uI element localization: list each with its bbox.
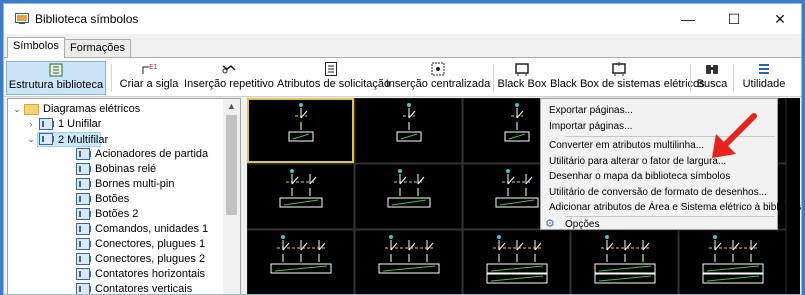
tree-leaf-label: Bornes multi-pin [95,178,175,190]
center-insert-icon [385,62,491,76]
repeat-insert-label: Inserção repetitivo [184,78,274,90]
symbol-page-icon [76,178,91,190]
black-box-icon [496,62,548,76]
symbol-cell[interactable] [354,163,463,230]
black-box-systems-icon [550,62,688,76]
repeat-insert-button[interactable]: Inserção repetitivo [184,61,274,95]
symbol-cell[interactable] [354,97,463,164]
request-attributes-label: Atributos de solicitação [277,78,391,90]
symbol-page-icon [39,118,54,130]
utility-button[interactable]: Utilidade [736,61,792,95]
create-acronym-label: Criar a sigla [119,78,179,90]
menu-lines-icon [736,62,792,76]
tree-leaf-label: Bobinas relé [95,163,157,175]
black-box-label: Black Box [497,78,547,90]
attributes-form-icon [277,62,384,76]
center-insert-button[interactable]: Inserção centralizada [385,61,491,95]
symbol-cell[interactable] [570,229,679,295]
symbol-page-icon [76,268,91,280]
toolbar: Estrutura biblioteca E1 Criar a sigla In… [4,57,801,97]
tree-node-label: 1 Unifilar [58,118,102,130]
tree-leaf-label: Contatores horizontais [95,268,206,280]
tree-node-root[interactable]: ⌄ Diagramas elétricos [8,102,228,117]
symbol-page-icon [76,253,91,265]
collapse-chevron-icon[interactable]: ⌄ [12,102,22,117]
symbol-cell[interactable] [246,229,355,295]
menu-item-convert-attributes[interactable]: Converter em atributos multilinha... [549,138,704,153]
tree-leaf-label: Conectores, plugues 1 [95,238,206,250]
menu-item-options[interactable]: Opções [565,217,599,232]
black-box-button[interactable]: Black Box [496,61,548,95]
menu-item-add-area-attributes[interactable]: Adicionar atributos de Área e Sistema el… [549,200,801,215]
symbol-page-icon [76,223,91,235]
symbol-cell[interactable] [462,229,571,295]
request-attributes-button[interactable]: Atributos de solicitação [277,61,391,95]
title-bar: Biblioteca símbolos — ☐ ✕ [4,4,801,34]
symbol-page-icon [76,148,91,160]
symbol-page-icon [76,163,91,175]
center-insert-label: Inserção centralizada [385,78,491,90]
tree-leaf-label: Conectores, plugues 2 [95,253,206,265]
svg-text:E1: E1 [149,63,157,71]
menu-item-convert-format[interactable]: Utilitário de conversão de formato de de… [549,185,767,200]
library-tree: ⌄ Diagramas elétricos › 1 Unifilar 2 Mul… [7,98,241,295]
tree-node-multifilar[interactable]: 2 Multifilar [37,132,108,147]
black-box-systems-label: Black Box de sistemas elétricos [550,78,705,90]
scroll-up-icon[interactable]: ▲ [223,101,240,111]
binoculars-icon [693,62,731,76]
red-pointer-arrow [712,113,757,158]
symbol-cell[interactable] [246,163,355,230]
symbol-cell[interactable] [246,97,355,164]
toolbar-separator [111,64,112,92]
library-tree-icon [7,63,105,77]
tree-leaf-label: Contatores verticais [95,283,193,295]
tree-leaf-label: Botões 2 [95,208,139,220]
scrollbar-thumb[interactable] [226,115,237,215]
toolbar-separator [690,64,691,92]
tab-formacoes[interactable]: Formações [64,39,132,57]
tree-node-label: Diagramas elétricos [43,103,141,115]
tab-simbolos[interactable]: Símbolos [7,37,65,58]
symbol-page-icon [39,133,54,145]
folder-icon [24,104,39,115]
toolbar-separator [493,64,494,92]
collapse-chevron-icon[interactable]: ⌄ [26,132,36,147]
maximize-button[interactable]: ☐ [711,4,757,34]
symbol-page-icon [76,193,91,205]
menu-item-width-factor[interactable]: Utilitário para alterar o fator de largu… [549,154,726,169]
acronym-icon: E1 [116,62,182,76]
tree-leaf-label: Comandos, unidades 1 [95,223,209,235]
search-label: Busca [696,78,728,90]
structure-label: Estrutura biblioteca [8,79,104,91]
symbol-cell[interactable] [678,229,787,295]
close-button[interactable]: ✕ [757,4,801,34]
menu-item-import-pages[interactable]: Importar páginas... [549,119,632,134]
black-box-systems-button[interactable]: Black Box de sistemas elétricos [550,61,705,95]
symbol-page-icon [76,283,91,294]
symbol-cell[interactable] [354,229,463,295]
tab-bar: Símbolos Formações [4,37,801,58]
gear-icon: ⚙ [545,218,555,230]
tree-leaf-label: Acionadores de partida [95,148,209,160]
structure-button[interactable]: Estrutura biblioteca [6,61,106,95]
symbol-library-window: Biblioteca símbolos — ☐ ✕ Símbolos Forma… [3,3,802,295]
repeat-insert-icon [184,62,274,76]
tree-scrollbar[interactable]: ▲ [223,99,240,294]
create-acronym-button[interactable]: E1 Criar a sigla [116,61,182,95]
menu-item-export-pages[interactable]: Exportar páginas... [549,103,633,118]
tree-leaf-label: Botões [95,193,130,205]
toolbar-separator [733,64,734,92]
symbol-page-icon [76,238,91,250]
tree-node-unifilar[interactable]: › 1 Unifilar [8,117,228,132]
minimize-button[interactable]: — [665,4,711,34]
library-app-icon [15,13,29,24]
symbol-page-icon [76,208,91,220]
window-title: Biblioteca símbolos [35,12,139,26]
expand-chevron-icon[interactable]: › [26,117,36,132]
utility-label: Utilidade [742,78,786,90]
search-button[interactable]: Busca [693,61,731,95]
tree-node-label: 2 Multifilar [58,134,109,146]
menu-item-draw-map[interactable]: Desenhar o mapa da biblioteca símbolos [549,169,730,184]
